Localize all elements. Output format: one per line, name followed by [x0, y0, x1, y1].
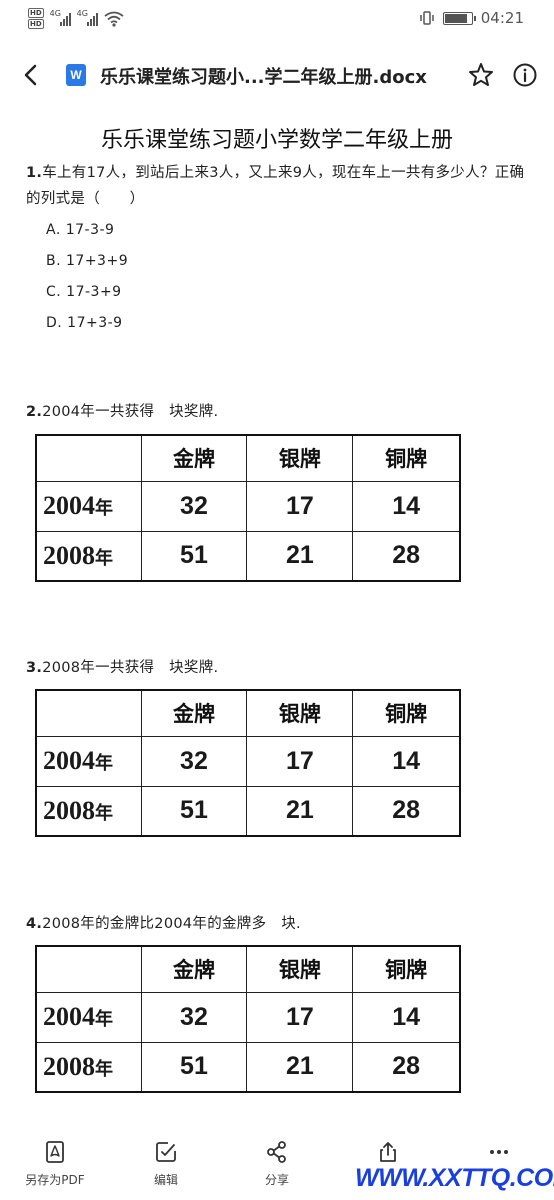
question-4: 4.2008年的金牌比2004年的金牌多 块.: [26, 911, 301, 937]
year-cell: 2008年: [35, 785, 142, 837]
header-gold: 金牌: [140, 945, 248, 993]
share-button[interactable]: 分享: [237, 1140, 317, 1188]
year-cell: 2004年: [35, 480, 142, 532]
hd-badge: HD: [28, 8, 44, 18]
clock: 04:21: [480, 9, 524, 27]
hd-indicators: HD HD: [28, 8, 44, 29]
watermark-text: WWW.XXTTQ.COM: [355, 1164, 554, 1192]
pdf-icon: [46, 1141, 64, 1163]
question-text: 2008年的金牌比2004年的金牌多 块.: [42, 916, 301, 932]
word-doc-icon: W: [66, 64, 86, 86]
tool-label: 编辑: [153, 1173, 178, 1187]
document-title: 乐乐课堂练习题小...学二年级上册.docx: [100, 67, 427, 88]
question-number: 3.: [26, 660, 43, 676]
header-silver: 银牌: [246, 434, 354, 482]
header-gold: 金牌: [140, 434, 248, 482]
value-cell: 28: [352, 785, 461, 837]
medal-table: 金牌 银牌 铜牌 2004年 32 17 14 2008年 51 21 28: [35, 689, 461, 837]
option-c: C. 17-3+9: [46, 284, 122, 300]
table-row: 2008年 51 21 28: [35, 785, 461, 837]
more-icon: [490, 1150, 508, 1154]
value-cell: 17: [246, 480, 354, 532]
tool-label: 另存为PDF: [25, 1173, 85, 1187]
value-cell: 17: [246, 735, 354, 787]
share-icon: [267, 1141, 286, 1163]
document-heading: 乐乐课堂练习题小学数学二年级上册: [100, 128, 453, 153]
status-right: 04:21: [419, 9, 524, 27]
value-cell: 14: [352, 991, 461, 1043]
header-silver: 银牌: [246, 689, 354, 737]
battery-icon: [442, 11, 476, 25]
question-text: 2008年一共获得 块奖牌.: [42, 660, 219, 676]
value-cell: 14: [352, 735, 461, 787]
medal-table: 金牌 银牌 铜牌 2004年 32 17 14 2008年 51 21 28: [35, 434, 461, 582]
tool-label: 分享: [264, 1173, 289, 1187]
value-cell: 51: [140, 785, 248, 837]
value-cell: 17: [246, 991, 354, 1043]
question-text: 车上有17人，到站后上来3人，又上来9人，现在车上一共有多少人？正确的列式是（ …: [26, 165, 525, 207]
value-cell: 32: [140, 991, 248, 1043]
wifi-icon: [104, 11, 124, 27]
value-cell: 21: [246, 530, 354, 582]
question-1: 1.车上有17人，到站后上来3人，又上来9人，现在车上一共有多少人？正确的列式是…: [26, 160, 531, 212]
vibrate-icon: [420, 11, 434, 25]
option-a: A. 17-3-9: [46, 222, 115, 238]
hd-badge: HD: [28, 19, 44, 29]
table-row: 2004年 32 17 14: [35, 735, 461, 787]
value-cell: 51: [140, 1041, 248, 1093]
edit-button[interactable]: 编辑: [126, 1140, 206, 1188]
header-bronze: 铜牌: [352, 689, 461, 737]
medal-table: 金牌 银牌 铜牌 2004年 32 17 14 2008年 51 21 28: [35, 945, 461, 1093]
network-type: 4G: [49, 8, 61, 18]
value-cell: 21: [246, 785, 354, 837]
signal-icon: 4G: [49, 8, 71, 26]
save-as-pdf-button[interactable]: 另存为PDF: [15, 1140, 95, 1188]
year-cell: 2008年: [35, 530, 142, 582]
star-icon[interactable]: [467, 61, 495, 89]
signal-icon: 4G: [76, 8, 98, 26]
year-cell: 2004年: [35, 735, 142, 787]
header-bronze: 铜牌: [352, 945, 461, 993]
year-cell: 2008年: [35, 1041, 142, 1093]
status-left: HD HD 4G 4G: [28, 8, 124, 29]
header-silver: 银牌: [246, 945, 354, 993]
value-cell: 21: [246, 1041, 354, 1093]
title-bar: W 乐乐课堂练习题小...学二年级上册.docx: [0, 50, 554, 100]
value-cell: 28: [352, 1041, 461, 1093]
question-number: 1.: [26, 165, 43, 181]
option-b: B. 17+3+9: [46, 253, 129, 269]
table-row: 2004年 32 17 14: [35, 480, 461, 532]
question-number: 4.: [26, 916, 43, 932]
export-icon: [380, 1142, 396, 1162]
question-text: 2004年一共获得 块奖牌.: [42, 404, 219, 420]
table-row: 2008年 51 21 28: [35, 1041, 461, 1093]
table-corner: [35, 434, 142, 482]
question-3: 3.2008年一共获得 块奖牌.: [26, 655, 218, 681]
question-number: 2.: [26, 404, 43, 420]
table-corner: [35, 945, 142, 993]
year-cell: 2004年: [35, 991, 142, 1043]
edit-icon: [156, 1142, 176, 1162]
info-icon[interactable]: [512, 62, 538, 88]
question-2: 2.2004年一共获得 块奖牌.: [26, 399, 218, 425]
value-cell: 32: [140, 480, 248, 532]
value-cell: 32: [140, 735, 248, 787]
table-row: 2004年 32 17 14: [35, 991, 461, 1043]
network-type: 4G: [76, 8, 88, 18]
value-cell: 28: [352, 530, 461, 582]
table-corner: [35, 689, 142, 737]
value-cell: 14: [352, 480, 461, 532]
header-bronze: 铜牌: [352, 434, 461, 482]
header-gold: 金牌: [140, 689, 248, 737]
option-d: D. 17+3-9: [46, 315, 123, 331]
back-arrow-icon[interactable]: [18, 62, 44, 88]
table-row: 2008年 51 21 28: [35, 530, 461, 582]
value-cell: 51: [140, 530, 248, 582]
status-bar: HD HD 4G 4G 04:21: [0, 0, 554, 38]
